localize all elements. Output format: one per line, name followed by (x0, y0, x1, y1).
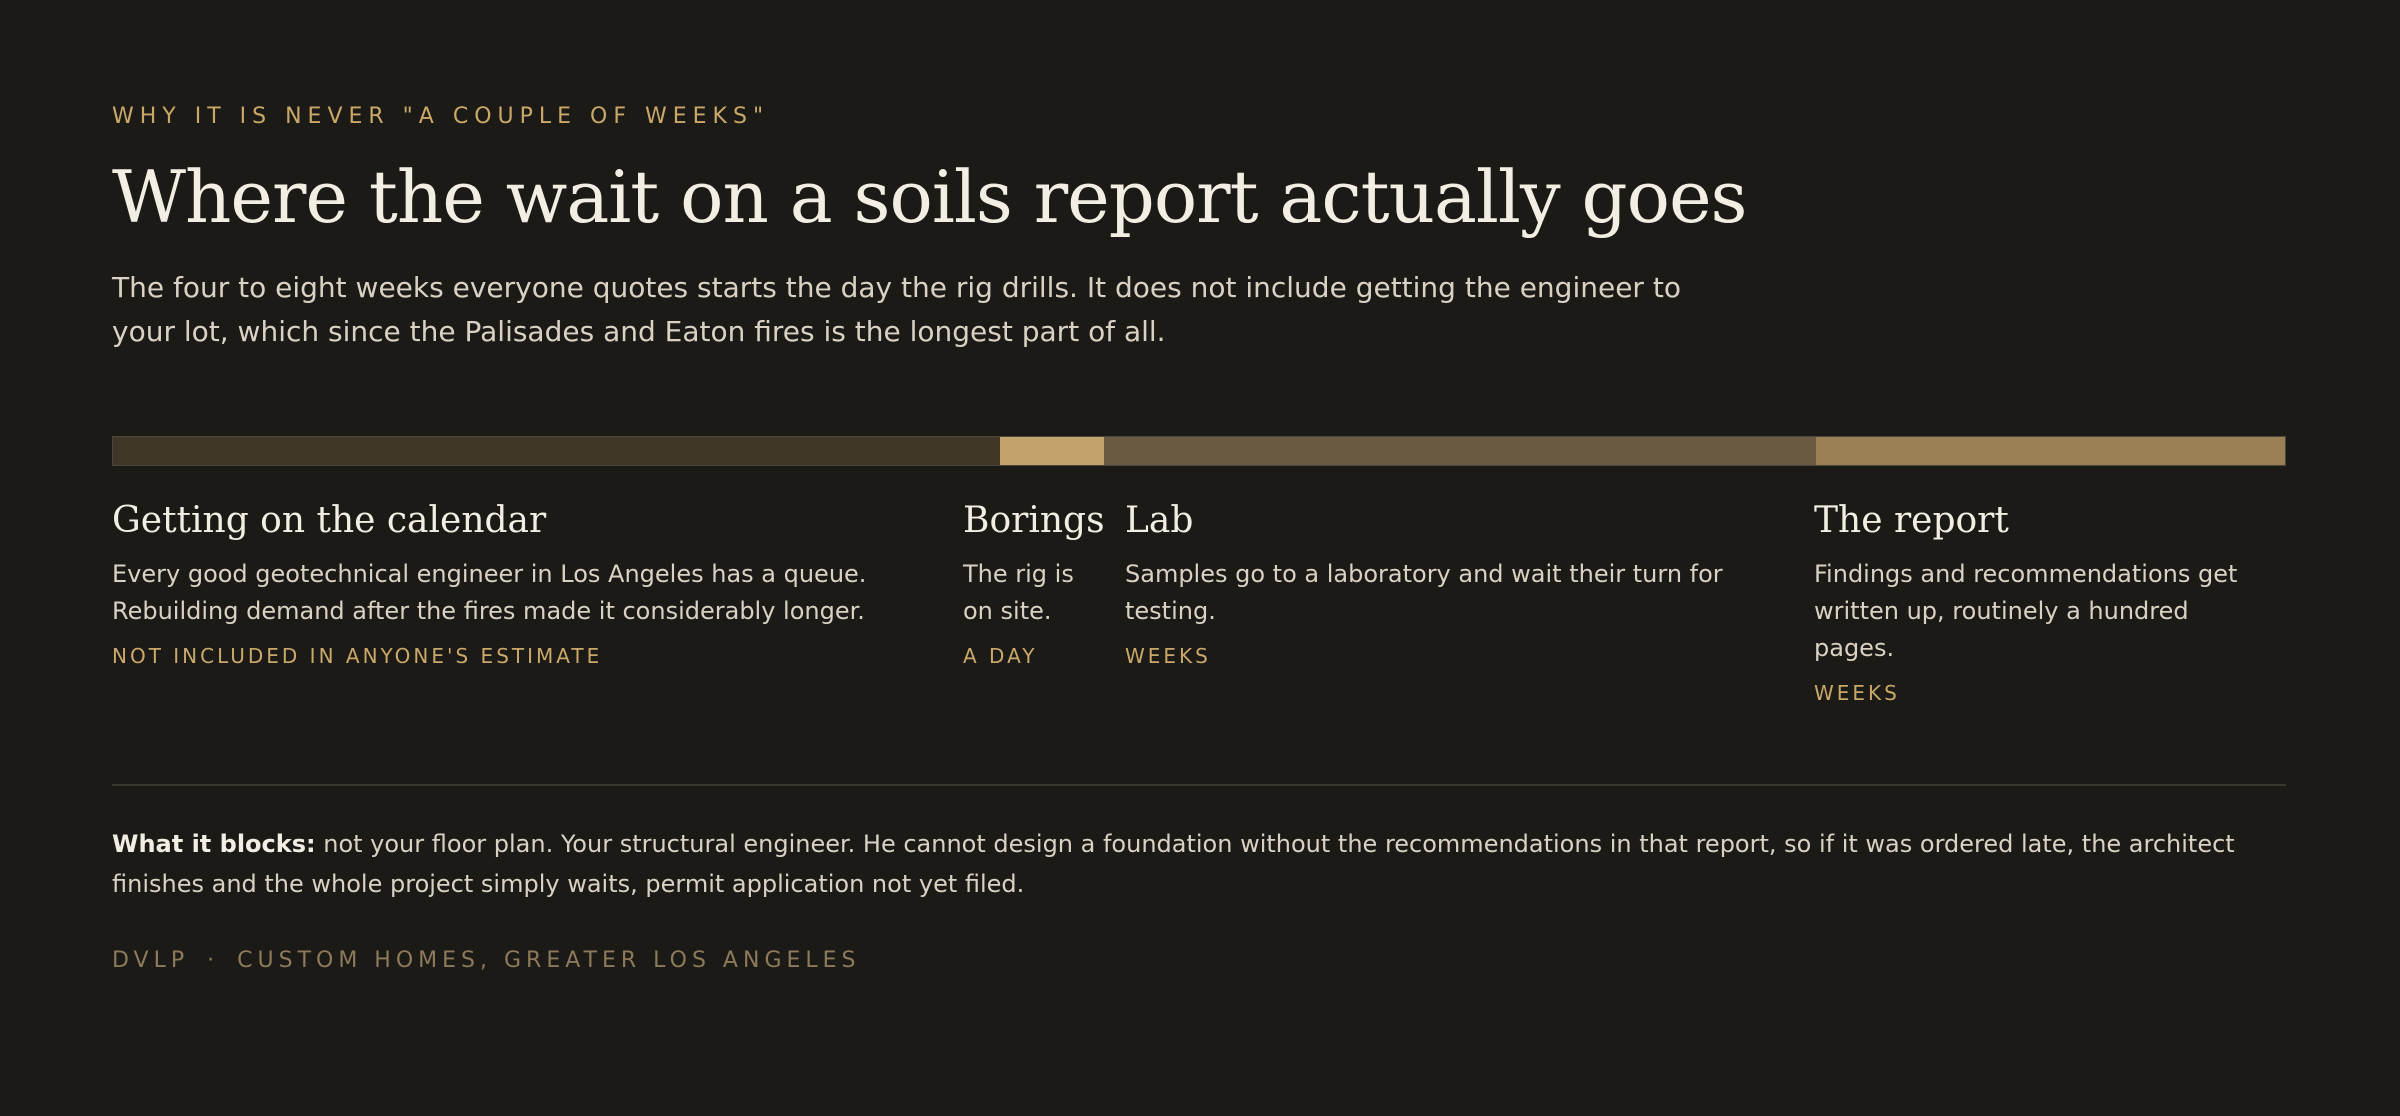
page-title: Where the wait on a soils report actuall… (112, 155, 1748, 239)
stage-description: The rig is on site. (963, 560, 1074, 625)
stage-report: The report Findings and recommendations … (1814, 496, 2254, 705)
stage-calendar: Getting on the calendar Every good geote… (112, 496, 912, 668)
blocks-lead: What it blocks: (112, 830, 316, 858)
stage-lab: Lab Samples go to a laboratory and wait … (1125, 496, 1745, 668)
stage-duration: NOT INCLUDED IN ANYONE'S ESTIMATE (112, 644, 603, 668)
stage-borings: Borings The rig is on site. A DAY (963, 496, 1105, 668)
footer-tagline: CUSTOM HOMES, GREATER LOS ANGELES (237, 948, 861, 973)
timeline-segment-borings (1000, 437, 1104, 465)
stage-description: Findings and recommendations get written… (1814, 560, 2238, 662)
footer-brand: DVLP (112, 948, 190, 973)
footer: DVLP · CUSTOM HOMES, GREATER LOS ANGELES (112, 948, 861, 973)
intro-paragraph: The four to eight weeks everyone quotes … (112, 271, 1681, 348)
eyebrow: WHY IT IS NEVER "A COUPLE OF WEEKS" (112, 104, 770, 129)
stage-description: Every good geotechnical engineer in Los … (112, 560, 867, 625)
stage-duration: WEEKS (1125, 644, 1211, 668)
page: WHY IT IS NEVER "A COUPLE OF WEEKS" Wher… (0, 0, 2400, 1116)
stage-title: Lab (1125, 500, 1194, 541)
footer-separator: · (207, 948, 220, 973)
stage-description: Samples go to a laboratory and wait thei… (1125, 560, 1723, 625)
stage-title: Borings (963, 500, 1105, 541)
what-it-blocks-paragraph: What it blocks: not your floor plan. You… (112, 824, 2292, 904)
stage-title: Getting on the calendar (112, 500, 547, 541)
divider (112, 784, 2286, 786)
timeline-segment-lab (1104, 437, 1816, 465)
timeline-segment-calendar (113, 437, 1000, 465)
timeline-segment-report (1816, 437, 2285, 465)
stage-title: The report (1814, 500, 2009, 541)
stage-duration: WEEKS (1814, 681, 1900, 705)
stage-duration: A DAY (963, 644, 1038, 668)
timeline-bar (112, 436, 2286, 466)
blocks-text: not your floor plan. Your structural eng… (112, 830, 2235, 898)
